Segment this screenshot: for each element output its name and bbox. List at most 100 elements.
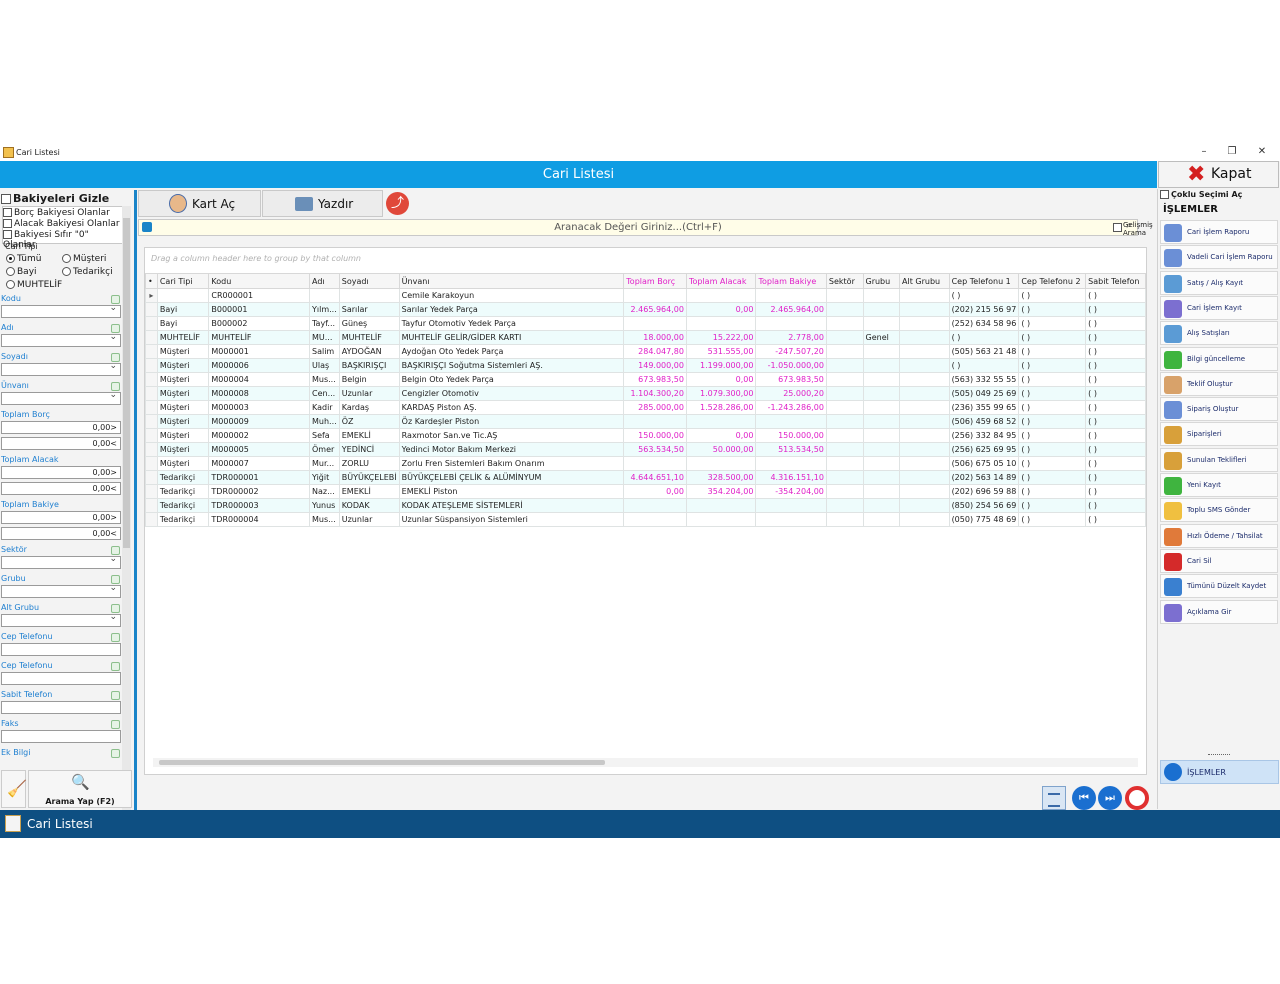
table-cell[interactable]: ( ) [1085, 456, 1146, 471]
table-cell[interactable] [755, 512, 827, 527]
table-cell[interactable]: Mus... [308, 512, 340, 527]
table-cell[interactable]: Salim [308, 344, 340, 359]
table-cell[interactable] [899, 316, 950, 331]
column-header[interactable]: Adı [308, 273, 340, 289]
grubu-combo[interactable] [1, 583, 121, 598]
table-cell[interactable]: (252) 634 58 96 [948, 316, 1020, 331]
close-window-button[interactable]: ✕ [1250, 145, 1274, 159]
table-cell[interactable] [862, 470, 901, 485]
table-row[interactable]: Müşteri M000007 Mur... ZORLU Zorlu Fren Sist… [145, 456, 1146, 471]
table-cell[interactable]: Tedarikçi [156, 498, 210, 513]
row-indicator[interactable] [145, 442, 158, 457]
table-cell[interactable] [825, 484, 864, 499]
table-cell[interactable]: -247.507,20 [755, 344, 827, 359]
table-cell[interactable] [862, 442, 901, 457]
row-indicator[interactable] [145, 316, 158, 331]
table-cell[interactable]: Ömer [308, 442, 340, 457]
table-cell[interactable]: ( ) [1085, 386, 1146, 401]
table-cell[interactable] [623, 316, 687, 331]
table-cell[interactable] [685, 414, 757, 429]
table-cell[interactable]: Öz Kardeşler Piston [398, 414, 625, 429]
table-cell[interactable]: CR000001 [208, 288, 310, 303]
kart-ac-button[interactable]: Kart Aç [138, 190, 261, 217]
table-cell[interactable] [862, 386, 901, 401]
table-cell[interactable]: B000002 [208, 316, 310, 331]
table-cell[interactable] [862, 428, 901, 443]
table-cell[interactable]: ( ) [1018, 400, 1087, 415]
table-cell[interactable]: 354.204,00 [685, 484, 757, 499]
table-row[interactable]: Müşteri M000008 Cen... Uzunlar Cengizler Oto… [145, 386, 1146, 401]
refresh-icon[interactable] [111, 633, 120, 642]
table-cell[interactable]: 1.528.286,00 [685, 400, 757, 415]
table-cell[interactable]: 673.983,50 [755, 372, 827, 387]
table-cell[interactable]: YEDİNCİ [338, 442, 400, 457]
alt-grubu-combo[interactable] [1, 612, 121, 627]
table-cell[interactable]: ( ) [1085, 344, 1146, 359]
clear-filters-button[interactable]: 🧹 [1, 770, 27, 808]
table-cell[interactable]: Müşteri [156, 386, 210, 401]
table-cell[interactable]: Cen... [308, 386, 340, 401]
search-bar[interactable]: Aranacak Değeri Giriniz...(Ctrl+F) ⌕ [138, 219, 1138, 236]
table-cell[interactable] [685, 456, 757, 471]
table-cell[interactable]: ( ) [948, 330, 1020, 345]
table-cell[interactable] [899, 400, 950, 415]
table-cell[interactable]: 4.644.651,10 [623, 470, 687, 485]
grid-horizontal-scrollbar[interactable] [153, 758, 1138, 767]
operation-item[interactable]: Cari Sil [1160, 548, 1278, 573]
table-cell[interactable]: 1.079.300,00 [685, 386, 757, 401]
operation-item[interactable]: Vadeli Cari İşlem Raporu [1160, 245, 1278, 270]
filter-scrollbar[interactable] [122, 206, 131, 812]
table-cell[interactable] [899, 386, 950, 401]
row-indicator[interactable] [145, 484, 158, 499]
table-cell[interactable] [623, 414, 687, 429]
adi-combo[interactable] [1, 332, 121, 347]
cep2-input[interactable] [1, 672, 121, 685]
row-indicator[interactable] [145, 302, 158, 317]
table-cell[interactable] [825, 442, 864, 457]
table-cell[interactable]: ( ) [1085, 498, 1146, 513]
hide-balances-checkbox[interactable]: Bakiyeleri Gizle [1, 192, 109, 205]
table-cell[interactable] [899, 470, 950, 485]
table-cell[interactable]: EMEKLİ Piston [398, 484, 625, 499]
table-cell[interactable]: Müşteri [156, 400, 210, 415]
table-cell[interactable]: Müşteri [156, 344, 210, 359]
table-cell[interactable]: ( ) [1085, 428, 1146, 443]
table-cell[interactable]: 18.000,00 [623, 330, 687, 345]
table-cell[interactable]: 0,00 [685, 428, 757, 443]
table-cell[interactable]: M000006 [208, 358, 310, 373]
table-cell[interactable] [825, 512, 864, 527]
table-cell[interactable] [862, 302, 901, 317]
table-cell[interactable]: Raxmotor San.ve Tic.AŞ [398, 428, 625, 443]
first-record-icon[interactable]: ⏮ [1072, 786, 1096, 810]
table-cell[interactable]: ( ) [1085, 512, 1146, 527]
table-cell[interactable]: 2.465.964,00 [755, 302, 827, 317]
table-cell[interactable]: Kadir [308, 400, 340, 415]
table-cell[interactable] [862, 358, 901, 373]
row-indicator[interactable] [145, 372, 158, 387]
table-cell[interactable]: (506) 675 05 10 [948, 456, 1020, 471]
table-cell[interactable]: Müşteri [156, 456, 210, 471]
table-cell[interactable] [685, 512, 757, 527]
table-cell[interactable]: Tedarikçi [156, 484, 210, 499]
row-indicator[interactable] [145, 358, 158, 373]
table-cell[interactable]: ( ) [1018, 414, 1087, 429]
table-cell[interactable] [623, 498, 687, 513]
column-header[interactable]: Cep Telefonu 1 [948, 273, 1020, 289]
yazdir-button[interactable]: Yazdır [262, 190, 383, 217]
table-cell[interactable]: ( ) [1018, 498, 1087, 513]
advanced-search-checkbox[interactable]: Gelişmiş Arama [1113, 221, 1155, 239]
table-cell[interactable]: M000005 [208, 442, 310, 457]
table-cell[interactable]: Naz... [308, 484, 340, 499]
table-cell[interactable] [862, 372, 901, 387]
table-cell[interactable]: 513.534,50 [755, 442, 827, 457]
table-cell[interactable]: ( ) [1018, 470, 1087, 485]
refresh-icon[interactable] [111, 749, 120, 758]
table-row[interactable]: Müşteri M000002 Sefa EMEKLİ Raxmotor San.ve … [145, 428, 1146, 443]
table-cell[interactable]: 4.316.151,10 [755, 470, 827, 485]
table-cell[interactable]: ( ) [948, 288, 1020, 303]
table-cell[interactable]: Cemile Karakoyun [398, 288, 625, 303]
table-cell[interactable]: ( ) [1085, 442, 1146, 457]
share-icon[interactable]: ⤴ [386, 192, 409, 215]
table-cell[interactable] [899, 330, 950, 345]
table-row[interactable]: Müşteri M000004 Mus... Belgin Belgin Oto Yed… [145, 372, 1146, 387]
